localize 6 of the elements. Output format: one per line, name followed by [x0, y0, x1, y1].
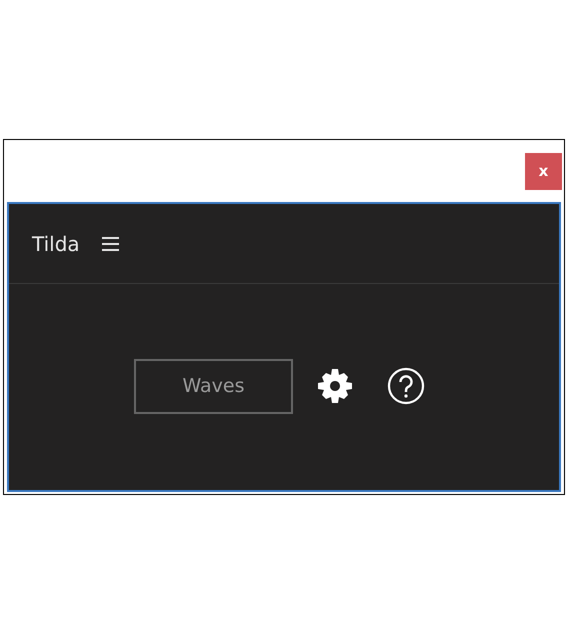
waves-button[interactable]: Waves [134, 358, 293, 414]
help-icon[interactable] [387, 367, 425, 405]
close-button[interactable]: x [525, 152, 562, 190]
panel-title: Tilda [32, 230, 80, 258]
settings-icon[interactable] [317, 368, 353, 404]
menu-icon[interactable] [102, 236, 119, 250]
